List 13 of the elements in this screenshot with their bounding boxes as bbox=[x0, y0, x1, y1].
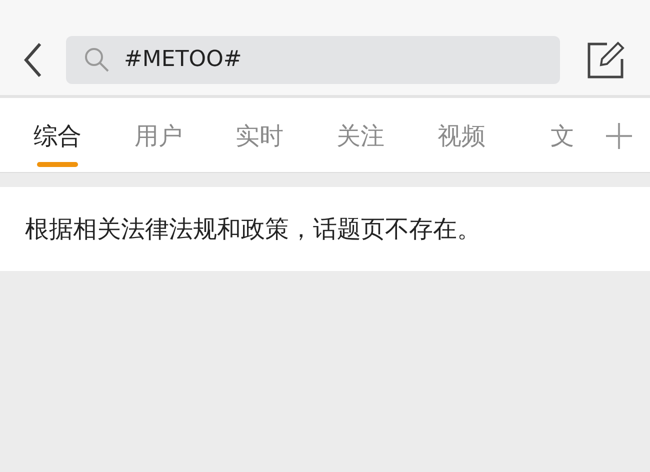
tab[interactable]: 用户 bbox=[108, 98, 209, 173]
tab[interactable]: 实时 bbox=[209, 98, 310, 173]
tab[interactable]: 文 bbox=[512, 98, 613, 173]
compose-button[interactable] bbox=[586, 40, 626, 80]
back-icon bbox=[23, 42, 43, 78]
tab[interactable]: 视频 bbox=[411, 98, 512, 173]
tab[interactable]: 关注 bbox=[310, 98, 411, 173]
notice-text: 根据相关法律法规和政策，话题页不存在。 bbox=[25, 214, 481, 245]
plus-icon[interactable] bbox=[606, 123, 632, 149]
search-icon bbox=[84, 46, 110, 72]
tab[interactable]: 综合 bbox=[7, 98, 108, 173]
compose-icon bbox=[587, 40, 625, 78]
search-field[interactable]: #METOO# bbox=[66, 36, 560, 84]
